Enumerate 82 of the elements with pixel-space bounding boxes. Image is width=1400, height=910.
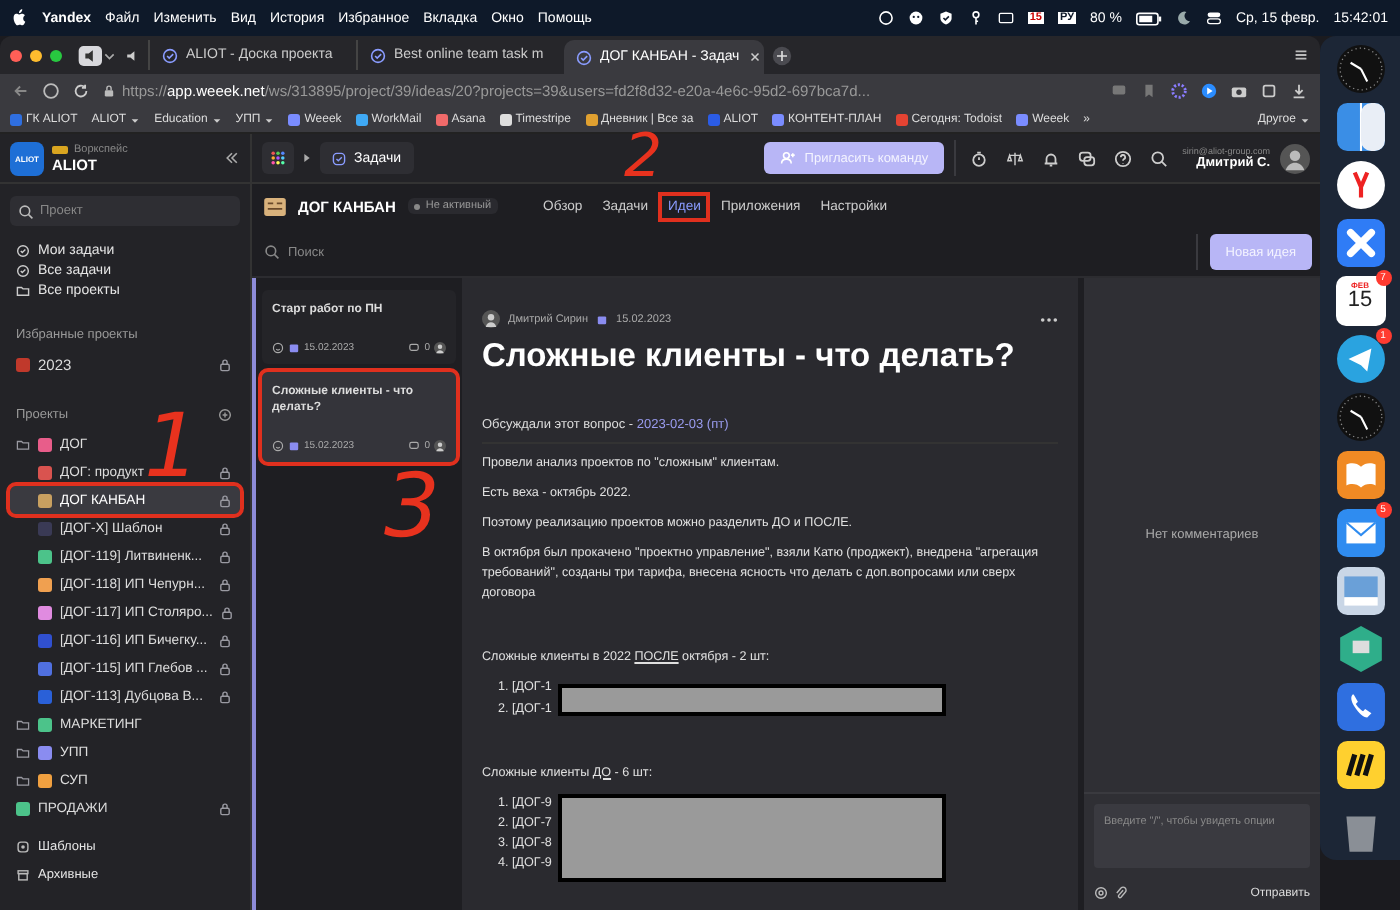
picture-app-icon[interactable] — [1335, 566, 1385, 616]
add-icon[interactable] — [218, 408, 232, 422]
check-circle-icon — [16, 263, 30, 277]
bell-icon[interactable] — [1042, 149, 1061, 167]
smiley-icon — [272, 342, 284, 355]
battery-icon[interactable] — [1135, 11, 1162, 25]
moon-icon[interactable] — [1175, 10, 1192, 26]
caret-icon — [130, 115, 141, 125]
gear-icon[interactable] — [1170, 82, 1188, 100]
folder-icon — [16, 283, 30, 297]
avatar-icon — [434, 440, 446, 453]
tier-badge-icon — [52, 145, 68, 153]
stopwatch-icon[interactable] — [970, 149, 989, 167]
clock-app-icon[interactable] — [1335, 392, 1385, 442]
check-circle-icon — [370, 47, 386, 63]
caret-icon — [1300, 115, 1310, 125]
idea-heading: Сложные клиенты - что делать? — [482, 338, 1017, 376]
control-center-icon[interactable] — [1205, 10, 1222, 26]
paperclip-icon[interactable] — [1114, 886, 1128, 900]
back-arrow-icon[interactable] — [12, 82, 30, 100]
annotation-number: 3 — [384, 464, 440, 552]
annotation-number: 1 — [144, 404, 200, 492]
play-circle-icon[interactable] — [1200, 82, 1218, 100]
template-icon — [16, 839, 30, 853]
apps-grid-button[interactable] — [262, 142, 294, 174]
search-icon[interactable] — [1150, 149, 1169, 167]
help-icon[interactable] — [1114, 149, 1133, 167]
chat-bubbles-icon[interactable] — [1078, 149, 1097, 167]
hexagon-app-icon[interactable] — [1335, 624, 1385, 674]
caret-icon — [264, 115, 275, 125]
paper-plane-app-icon[interactable] — [1335, 334, 1385, 384]
annotation-number: 2 — [624, 128, 663, 188]
archive-icon — [16, 867, 30, 881]
calendar-icon — [596, 313, 609, 325]
face-icon[interactable] — [907, 10, 924, 26]
avatar-icon — [434, 342, 446, 355]
shield-check-icon[interactable] — [937, 10, 954, 26]
caret-icon — [211, 115, 222, 125]
key-icon[interactable] — [967, 10, 984, 26]
book-app-icon[interactable] — [1335, 450, 1385, 500]
check-square-icon — [332, 151, 346, 165]
grid-icon — [270, 150, 286, 166]
more-options-icon[interactable] — [1040, 315, 1058, 323]
check-circle-icon — [576, 49, 592, 65]
caret-icon — [304, 154, 310, 162]
scales-icon[interactable] — [1006, 149, 1025, 167]
project-icon — [264, 197, 286, 215]
screen-icon[interactable] — [997, 10, 1014, 26]
add-user-icon — [780, 150, 797, 166]
apple-logo-icon[interactable] — [12, 8, 28, 28]
collapse-sidebar-icon[interactable] — [224, 150, 240, 166]
calendar-icon — [288, 342, 300, 355]
download-icon[interactable] — [1290, 82, 1308, 100]
minimize-window-icon[interactable] — [30, 49, 42, 61]
search-icon — [18, 203, 34, 219]
maximize-window-icon[interactable] — [50, 49, 62, 61]
search-icon — [264, 244, 280, 260]
padlock-icon — [102, 84, 116, 98]
comment-icon — [408, 440, 421, 453]
envelope-app-icon[interactable] — [1335, 508, 1385, 558]
cross-app-icon[interactable] — [1335, 218, 1385, 268]
smiley-icon — [272, 440, 284, 453]
m-letter-app-icon[interactable] — [1335, 740, 1385, 790]
reload-icon[interactable] — [72, 82, 90, 100]
letter-y-app-icon[interactable] — [1335, 160, 1385, 210]
close-icon[interactable] — [747, 50, 762, 64]
avatar-icon[interactable] — [1280, 143, 1310, 173]
bookmark-icon[interactable] — [1140, 82, 1158, 100]
menu-icon[interactable] — [1292, 46, 1310, 64]
new-tab-icon[interactable] — [772, 45, 792, 65]
clock-app-icon[interactable] — [1335, 44, 1385, 94]
check-circle-icon — [162, 47, 178, 63]
close-window-icon[interactable] — [10, 49, 22, 61]
calendar-icon — [288, 440, 300, 453]
comment-icon — [408, 342, 421, 355]
phone-app-icon[interactable] — [1335, 682, 1385, 732]
speaker-icon[interactable] — [124, 47, 140, 63]
folder-icon — [16, 437, 30, 451]
camera-icon[interactable] — [1230, 82, 1248, 100]
speaker-icon[interactable] — [78, 45, 116, 65]
check-circle-icon — [16, 243, 30, 257]
avatar-icon — [482, 310, 500, 328]
